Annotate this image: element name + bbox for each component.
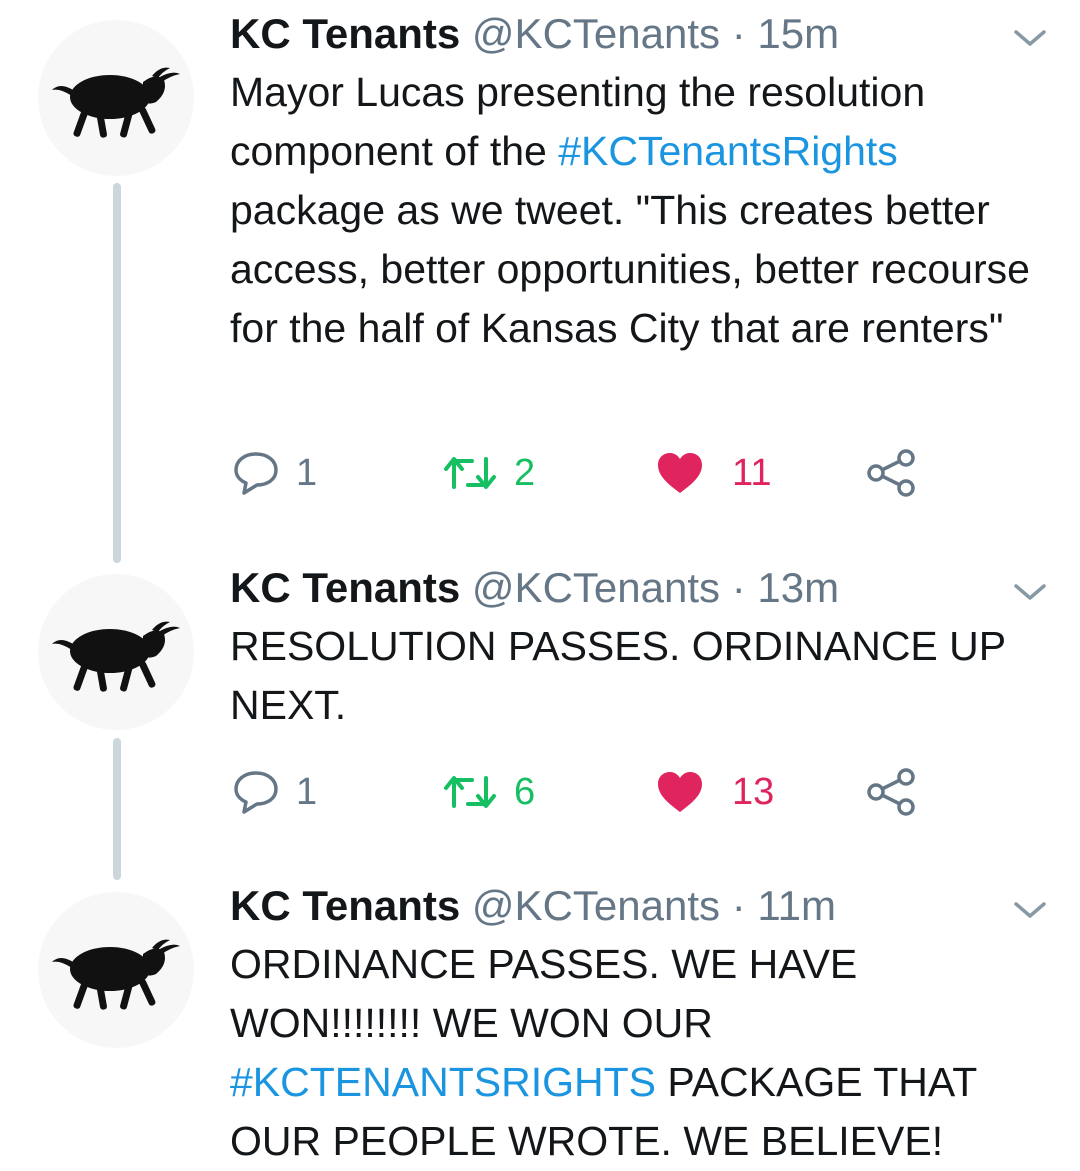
reply-count: 1 [296, 451, 318, 494]
chevron-down-icon[interactable] [1012, 580, 1048, 604]
heart-icon [658, 453, 702, 493]
reply-icon [234, 771, 278, 814]
text-segment: package as we tweet. "This creates bette… [230, 187, 1030, 351]
avatar[interactable] [38, 20, 194, 176]
avatar[interactable] [38, 892, 194, 1048]
reply-icon [234, 452, 278, 495]
like-button[interactable]: 11 [656, 448, 771, 498]
avatar[interactable] [38, 574, 194, 730]
timestamp[interactable]: 13m [757, 564, 839, 611]
separator: · [731, 10, 746, 57]
like-count: 13 [732, 770, 775, 813]
author-name[interactable]: KC Tenants [230, 882, 460, 929]
text-segment: RESOLUTION PASSES. ORDINANCE UP NEXT. [230, 623, 1006, 728]
separator: · [731, 882, 746, 929]
retweet-button[interactable]: 6 [442, 767, 535, 817]
timestamp[interactable]: 15m [757, 10, 839, 57]
retweet-icon [444, 457, 496, 489]
tweet-3[interactable]: KC Tenants @KCTenants · 11m ORDINANCE PA… [0, 878, 1080, 1164]
author-handle[interactable]: @KCTenants [472, 882, 720, 929]
reply-count: 1 [296, 770, 318, 813]
timestamp[interactable]: 11m [757, 882, 836, 929]
like-count: 11 [732, 451, 772, 494]
thread-line [113, 738, 121, 880]
hashtag-link[interactable]: #KCTenantsRights [558, 128, 898, 174]
reply-button[interactable]: 1 [232, 448, 317, 498]
retweet-button[interactable]: 2 [442, 448, 535, 498]
tweet-2[interactable]: KC Tenants @KCTenants · 13m RESOLUTION P… [0, 560, 1080, 880]
author-handle[interactable]: @KCTenants [472, 564, 720, 611]
tweet-header: KC Tenants @KCTenants · 13m [230, 562, 839, 614]
bull-logo-icon [52, 939, 180, 1010]
text-segment: ORDINANCE PASSES. WE HAVE WON!!!!!!!! WE… [230, 941, 858, 1046]
share-icon [867, 449, 915, 497]
author-name[interactable]: KC Tenants [230, 10, 460, 57]
author-name[interactable]: KC Tenants [230, 564, 460, 611]
chevron-down-icon[interactable] [1012, 898, 1048, 922]
share-button[interactable] [866, 767, 916, 817]
heart-icon [658, 772, 702, 812]
tweet-actions: 1 6 13 [230, 767, 930, 817]
thread-line [113, 183, 121, 563]
reply-button[interactable]: 1 [232, 767, 317, 817]
chevron-down-icon[interactable] [1012, 26, 1048, 50]
retweet-count: 6 [514, 770, 536, 813]
share-button[interactable] [866, 448, 916, 498]
hashtag-link[interactable]: #KCTENANTSRIGHTS [230, 1059, 656, 1105]
tweet-1[interactable]: KC Tenants @KCTenants · 15m Mayor Lucas … [0, 0, 1080, 570]
separator: · [731, 564, 746, 611]
retweet-icon [444, 776, 496, 808]
share-icon [867, 768, 915, 816]
retweet-count: 2 [514, 451, 536, 494]
tweet-text: ORDINANCE PASSES. WE HAVE WON!!!!!!!! WE… [230, 935, 1030, 1171]
tweet-text: Mayor Lucas presenting the resolution co… [230, 63, 1030, 358]
bull-logo-icon [52, 621, 180, 692]
author-handle[interactable]: @KCTenants [472, 10, 720, 57]
tweet-text: RESOLUTION PASSES. ORDINANCE UP NEXT. [230, 617, 1030, 735]
tweet-header: KC Tenants @KCTenants · 11m [230, 880, 836, 932]
like-button[interactable]: 13 [656, 767, 774, 817]
bull-logo-icon [52, 67, 180, 138]
tweet-actions: 1 2 11 [230, 448, 930, 498]
tweet-header: KC Tenants @KCTenants · 15m [230, 8, 839, 60]
